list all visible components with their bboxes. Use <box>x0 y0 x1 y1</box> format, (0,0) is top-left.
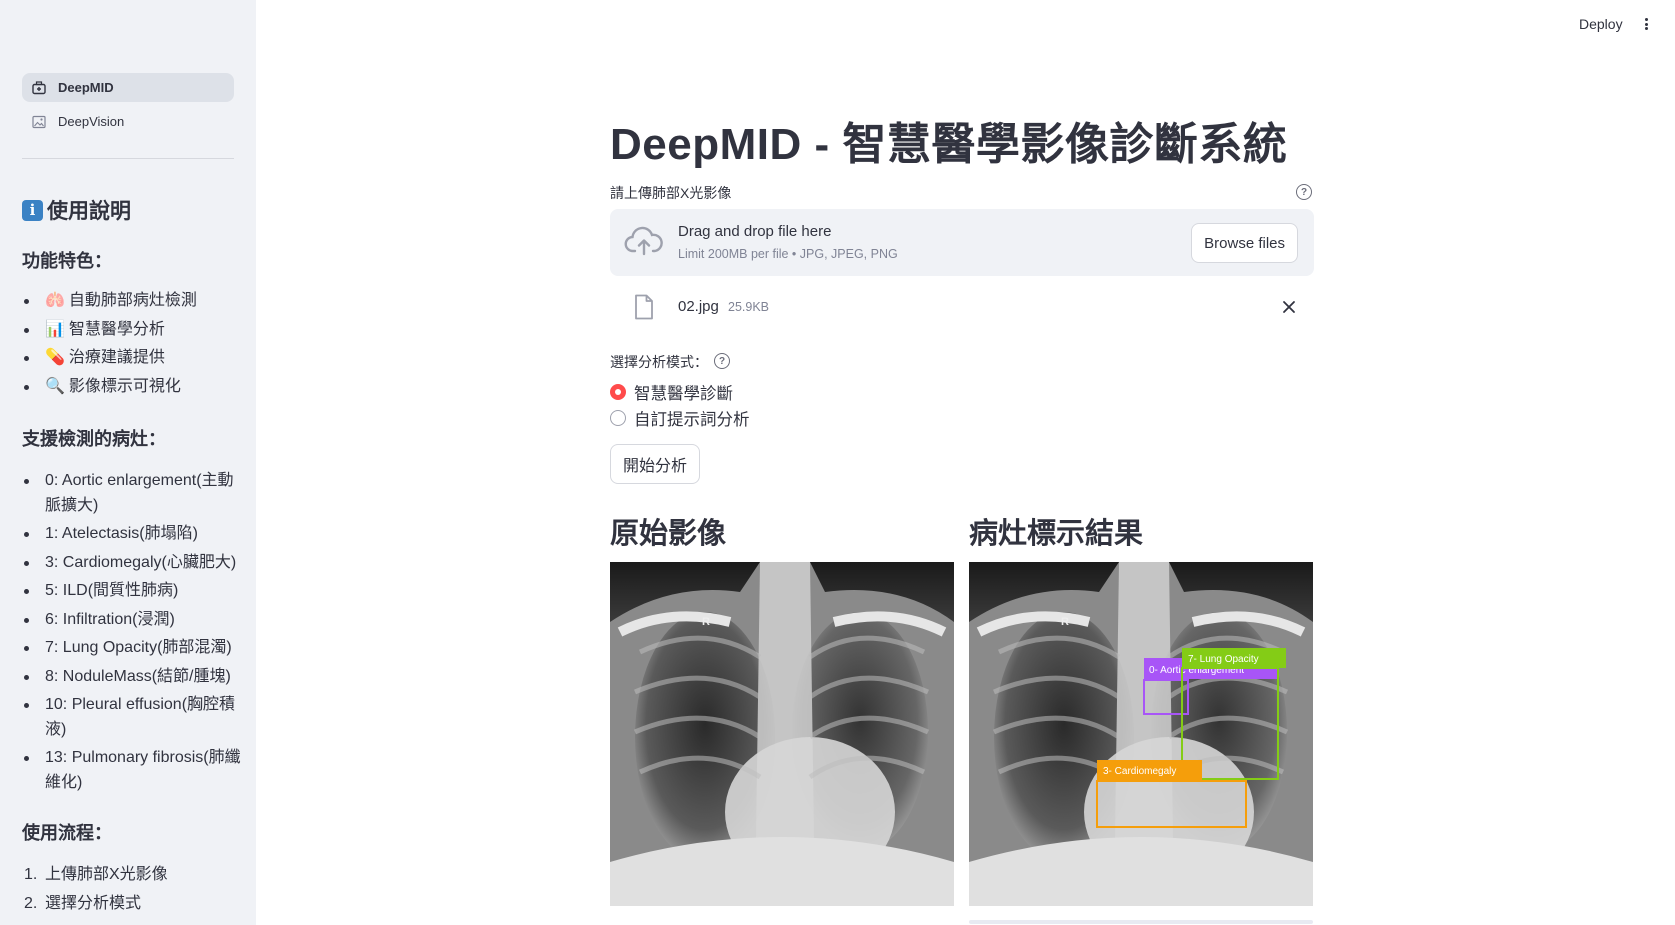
lesions-title: 支援檢測的病灶： <box>22 429 166 449</box>
info-icon: i <box>22 199 43 221</box>
magnifier-icon: 🔍 <box>45 377 65 395</box>
list-item: 5: ILD(間質性肺病) <box>22 579 242 604</box>
sidebar-divider <box>22 158 234 159</box>
image-icon <box>32 115 46 129</box>
app-root: DeepMID DeepVision i 使用說明 功能特色： 🫁 自動肺部病灶檢… <box>0 0 1675 925</box>
list-item: 1. 上傳肺部X光影像 <box>22 863 242 888</box>
nav-label: DeepVision <box>58 114 125 129</box>
cloud-upload-icon <box>624 226 663 256</box>
list-item: 📊 智慧醫學分析 <box>22 318 242 343</box>
file-dropzone[interactable]: Drag and drop file here Limit 200MB per … <box>610 209 1314 276</box>
briefcase-medical-icon <box>32 80 46 95</box>
xray-marker: R <box>1061 616 1069 628</box>
xray-marker: R <box>702 616 710 628</box>
original-xray-image: R <box>610 562 954 906</box>
sidebar: DeepMID DeepVision i 使用說明 功能特色： 🫁 自動肺部病灶檢… <box>0 0 256 925</box>
lungs-icon: 🫁 <box>45 292 65 309</box>
list-item: 1: Atelectasis(肺塌陷) <box>22 522 242 547</box>
step-text: 選擇分析模式 <box>45 894 142 912</box>
list-item: 🔍 影像標示可視化 <box>22 375 242 400</box>
step-number: 2. <box>24 894 38 912</box>
radio-label: 自訂提示詞分析 <box>634 411 750 429</box>
chart-icon: 📊 <box>45 320 65 338</box>
result-image-title: 病灶標示結果 <box>969 518 1144 550</box>
flow-title: 使用流程： <box>22 823 112 843</box>
original-image-title: 原始影像 <box>610 518 727 550</box>
radio-smart-diagnosis[interactable]: 智慧醫學診斷 <box>610 380 733 404</box>
list-item: 2. 選擇分析模式 <box>22 892 242 917</box>
features-list: 🫁 自動肺部病灶檢測 📊 智慧醫學分析 💊 治療建議提供 🔍 影像標示可視化 <box>22 289 242 399</box>
nav-item-deepvision[interactable]: DeepVision <box>22 107 234 136</box>
radio-custom-prompt[interactable]: 自訂提示詞分析 <box>610 406 750 430</box>
nav-label: DeepMID <box>58 80 114 95</box>
instructions-heading: i 使用說明 <box>22 195 242 225</box>
close-icon[interactable] <box>1280 298 1298 316</box>
start-analysis-button[interactable]: 開始分析 <box>610 444 701 484</box>
list-item: 13: Pulmonary fibrosis(肺纖維化) <box>22 746 242 795</box>
help-icon[interactable]: ? <box>1296 184 1312 200</box>
file-icon <box>635 294 653 320</box>
pill-icon: 💊 <box>45 349 65 366</box>
list-item: 10: Pleural effusion(胸腔積液) <box>22 693 242 742</box>
sidebar-instructions: i 使用說明 功能特色： 🫁 自動肺部病灶檢測 📊 智慧醫學分析 💊 治療建議提供 🔍… <box>22 195 242 925</box>
result-caption-bar <box>969 920 1313 924</box>
mode-label: 選擇分析模式： <box>610 354 708 370</box>
step-text: 上傳肺部X光影像 <box>45 866 168 883</box>
step-number: 1. <box>24 866 38 883</box>
feature-text: 治療建議提供 <box>68 349 165 366</box>
file-name: 02.jpg <box>678 298 719 315</box>
list-item: 🫁 自動肺部病灶檢測 <box>22 289 242 314</box>
browse-files-button[interactable]: Browse files <box>1191 223 1298 263</box>
file-size: 25.9KB <box>728 300 770 314</box>
main-menu-icon[interactable] <box>1640 14 1652 34</box>
sidebar-nav: DeepMID DeepVision <box>22 73 234 141</box>
list-item: 3: Cardiomegaly(心臟肥大) <box>22 551 242 576</box>
upload-label: 請上傳肺部X光影像 <box>610 185 732 201</box>
dropzone-limit: Limit 200MB per file • JPG, JPEG, PNG <box>678 247 898 261</box>
radio-selected-indicator <box>610 384 626 400</box>
help-icon[interactable]: ? <box>714 353 730 369</box>
feature-text: 影像標示可視化 <box>68 377 181 395</box>
detection-label: 7- Lung Opacity <box>1188 654 1259 665</box>
list-item: 0: Aortic enlargement(主動脈擴大) <box>22 469 242 518</box>
lesions-list: 0: Aortic enlargement(主動脈擴大) 1: Atelecta… <box>22 469 242 795</box>
detection-label: 3- Cardiomegaly <box>1103 766 1176 777</box>
deploy-button[interactable]: Deploy <box>1579 16 1623 32</box>
list-item: 💊 治療建議提供 <box>22 346 242 371</box>
dropzone-instruction: Drag and drop file here <box>678 223 832 240</box>
list-item: 6: Infiltration(浸潤) <box>22 608 242 633</box>
page-title: DeepMID - 智慧醫學影像診斷系統 <box>610 120 1288 169</box>
annotated-xray-image: R 0- Aortic enlargement 7- Lung Opacity <box>969 562 1313 906</box>
instructions-heading-text: 使用說明 <box>47 200 131 223</box>
uploaded-file: 02.jpg 25.9KB <box>610 290 1314 326</box>
feature-text: 智慧醫學分析 <box>68 320 165 338</box>
feature-text: 自動肺部病灶檢測 <box>68 292 197 309</box>
radio-indicator <box>610 410 626 426</box>
list-item: 7: Lung Opacity(肺部混濁) <box>22 636 242 661</box>
features-title: 功能特色： <box>22 251 112 271</box>
nav-item-deepmid[interactable]: DeepMID <box>22 73 234 102</box>
flow-list: 1. 上傳肺部X光影像 2. 選擇分析模式 <box>22 863 242 916</box>
radio-label: 智慧醫學診斷 <box>634 385 733 403</box>
list-item: 8: NoduleMass(結節/腫塊) <box>22 665 242 690</box>
